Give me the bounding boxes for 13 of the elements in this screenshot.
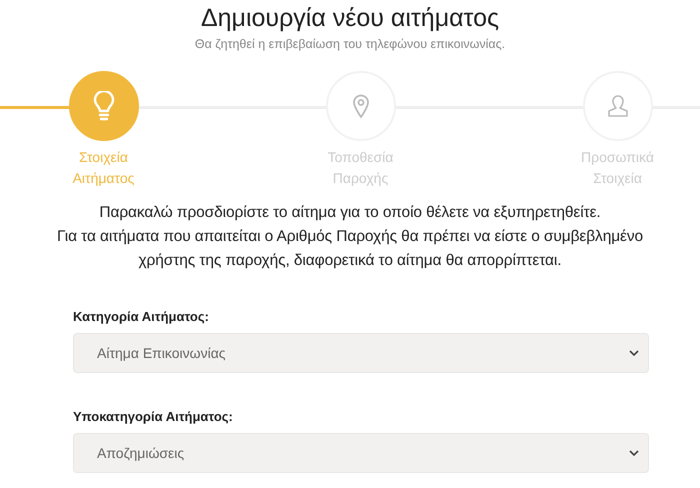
page-subtitle: Θα ζητηθεί η επιβεβαίωση του τηλεφώνου επικοινωνίας. — [194, 37, 506, 51]
location-pin-icon — [352, 94, 370, 118]
field-label: Κατηγορία Αιτήματος: — [73, 309, 210, 324]
chevron-down-icon — [629, 450, 639, 456]
lightbulb-icon — [92, 91, 114, 121]
step-label[interactable]: Στοιχεία Αιτήματος — [72, 147, 134, 189]
page-title: Δημιουργία νέου αιτήματος — [200, 3, 500, 34]
instructions-text: Παρακαλώ προσδιορίστε το αίτημα για το οποίο θέλετε να εξυπηρετηθείτε. Για τα αιτήματα που απαιτείται ο Αριθμός Παροχής θα πρέπει να είστε ο συμβεβλημένο χρήστης της παροχής, διαφορετικά το αίτημα θα απορρίπτεται. — [56, 203, 644, 271]
person-icon — [606, 94, 630, 118]
dropdown-field[interactable]: Αποζημιώσεις — [73, 433, 649, 473]
chevron-down-icon — [629, 350, 639, 356]
dropdown-field[interactable]: Αίτημα Επικοινωνίας — [73, 333, 649, 373]
field-label: Υποκατηγορία Αιτήματος: — [73, 409, 234, 424]
